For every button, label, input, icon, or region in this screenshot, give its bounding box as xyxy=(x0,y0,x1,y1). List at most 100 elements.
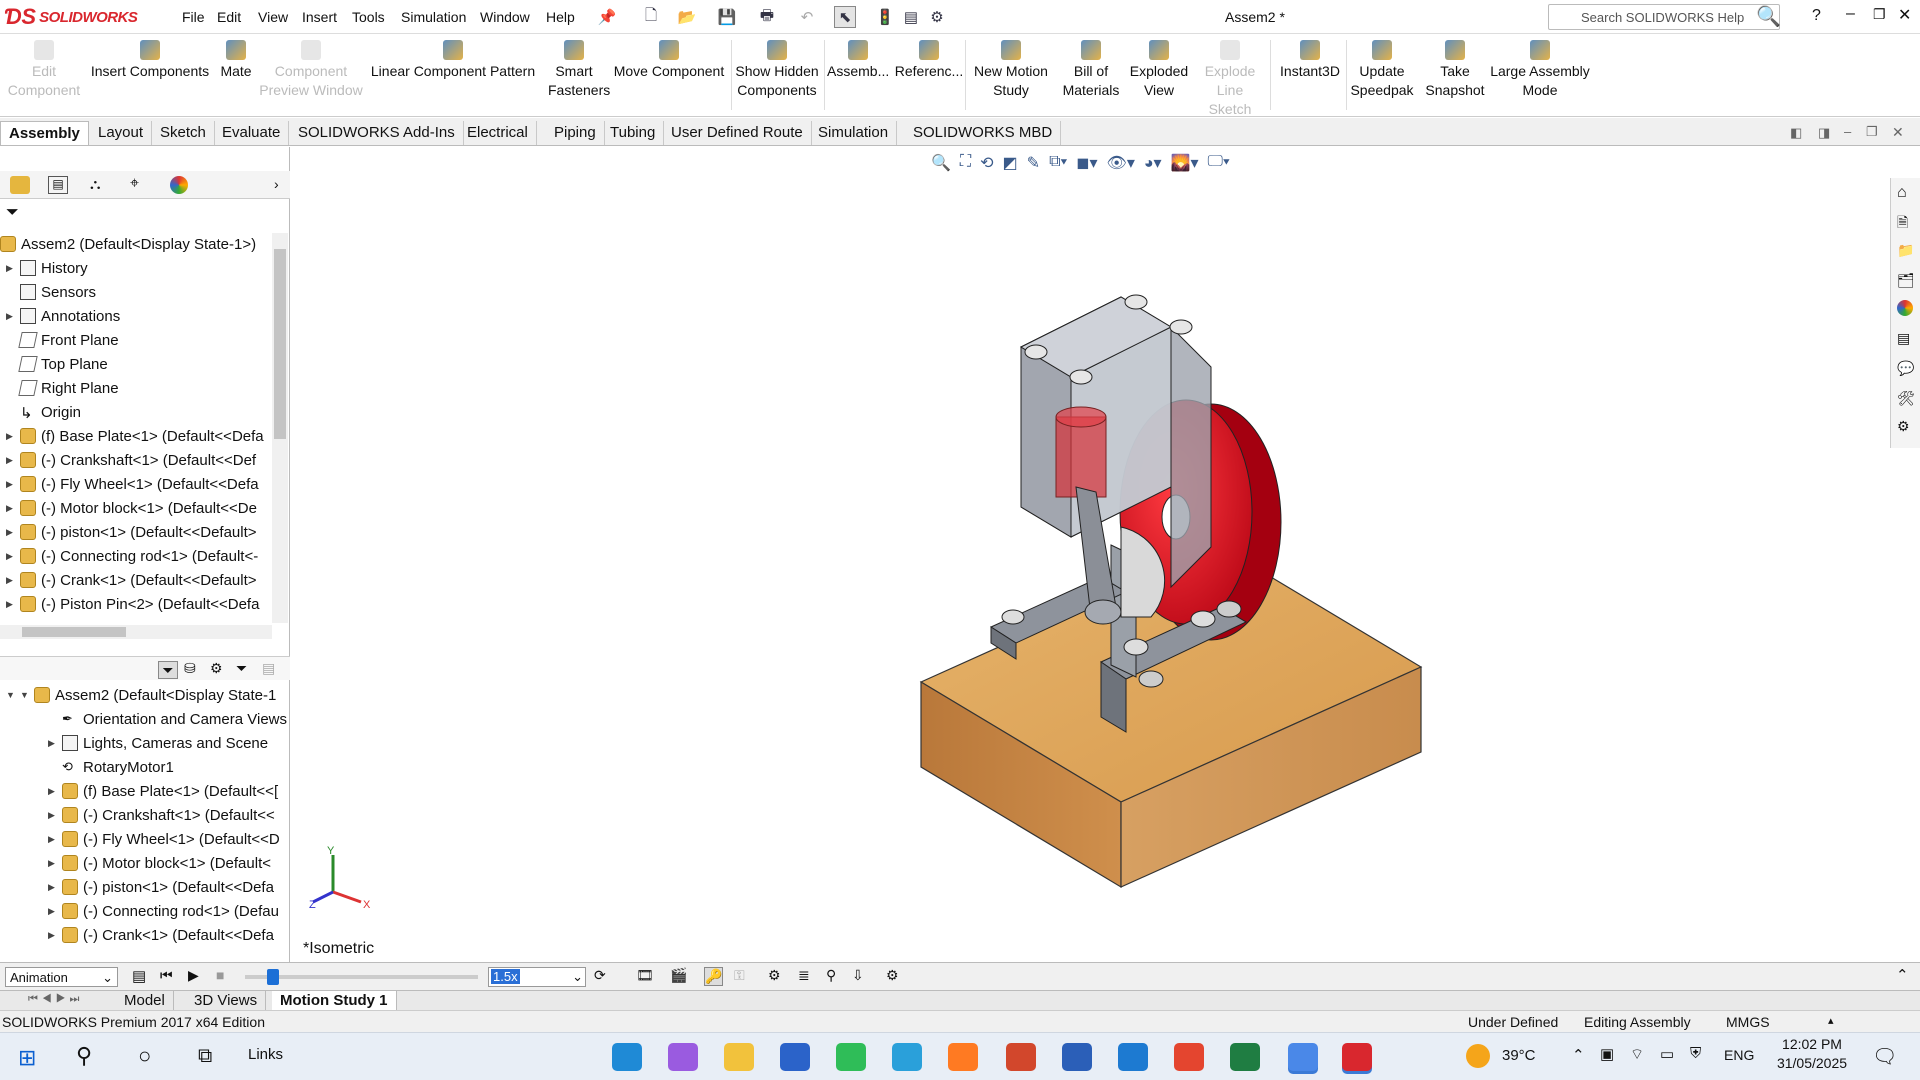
filter-animated-icon[interactable]: ⛁ xyxy=(184,660,196,677)
bottom-tab-3d-views[interactable]: 3D Views xyxy=(186,991,267,1011)
options-gear-icon[interactable]: ⚙ xyxy=(926,6,948,28)
motion-tree-item[interactable]: ▶ (-) Crankshaft<1> (Default<< xyxy=(0,804,290,826)
expand-arrow-icon[interactable]: ▶ xyxy=(6,599,16,610)
graphics-area[interactable]: 🔍 ⛶ ⟲ ◩ ✎ ⧉▾ ◼▾ 👁▾ ◕▾ 🌄▾ 🖵▾ Y X Z *Isome… xyxy=(291,147,1890,962)
command-explode-line[interactable]: Explode Line Sketch xyxy=(1194,40,1266,119)
resources-icon[interactable]: 🗎 xyxy=(1897,212,1917,232)
motion-tree-item[interactable]: ▶ Lights, Cameras and Scene xyxy=(0,732,290,754)
tree-scrollbar[interactable] xyxy=(272,233,288,623)
expand-arrow-icon[interactable]: ▶ xyxy=(48,810,58,821)
language-indicator[interactable]: ENG xyxy=(1724,1047,1754,1063)
store-icon[interactable] xyxy=(780,1043,810,1071)
menu-insert[interactable]: Insert xyxy=(302,9,337,25)
tree-item[interactable]: ▶ (-) Crank<1> (Default<<Default> xyxy=(0,569,272,591)
autokey-icon[interactable]: 🔑 xyxy=(704,967,724,986)
tile-icon[interactable]: ◧ xyxy=(1790,125,1802,141)
menu-file[interactable]: File xyxy=(182,9,205,25)
tab-solidworks-add-ins[interactable]: SOLIDWORKS Add-Ins xyxy=(290,121,464,145)
menu-window[interactable]: Window xyxy=(480,9,530,25)
collapse-motion-icon[interactable]: ⌃ xyxy=(1896,966,1909,984)
tree-item[interactable]: ▶ (-) Fly Wheel<1> (Default<<Defa xyxy=(0,473,272,495)
tree-item[interactable]: Right Plane xyxy=(0,377,272,399)
tree-item[interactable]: ▶ (-) piston<1> (Default<<Default> xyxy=(0,521,272,543)
copilot-icon[interactable] xyxy=(668,1043,698,1071)
command-exploded-view[interactable]: Exploded View xyxy=(1128,40,1190,100)
section-view-icon[interactable]: ◩ xyxy=(1003,153,1018,175)
motion-tree-item[interactable]: ✒ Orientation and Camera Views xyxy=(0,708,290,730)
tree-item[interactable]: ▶ (-) Motor block<1> (Default<<De xyxy=(0,497,272,519)
stop-icon[interactable]: ■ xyxy=(216,967,224,983)
tray-app-icon[interactable]: ▣ xyxy=(1600,1045,1614,1063)
bottom-tab-model[interactable]: Model xyxy=(116,991,174,1011)
solidworks-logo[interactable]: ƊS SOLIDWORKS xyxy=(4,3,154,31)
units-up-icon[interactable]: ▴ xyxy=(1828,1014,1834,1027)
excel-icon[interactable] xyxy=(1230,1043,1260,1071)
command-large-assembly[interactable]: Large Assembly Mode xyxy=(1490,40,1590,100)
wifi-icon[interactable]: ⌔ xyxy=(1630,1045,1644,1064)
tab-solidworks-mbd[interactable]: SOLIDWORKS MBD xyxy=(905,121,1062,145)
tab-tubing[interactable]: Tubing xyxy=(602,121,665,145)
expand-arrow-icon[interactable]: ▶ xyxy=(48,906,58,917)
expand-arrow-icon[interactable]: ▶ xyxy=(48,930,58,941)
open-icon[interactable]: 📂 xyxy=(676,6,698,28)
telegram-icon[interactable] xyxy=(892,1043,922,1071)
dynamic-annotation-icon[interactable]: ✎ xyxy=(1027,153,1040,175)
select-icon[interactable]: ⬉ xyxy=(834,6,856,28)
whatsapp-icon[interactable] xyxy=(836,1043,866,1071)
command-show-hidden[interactable]: Show Hidden Components xyxy=(732,40,822,100)
firefox-icon[interactable] xyxy=(948,1043,978,1071)
save-icon[interactable]: 💾 xyxy=(716,6,738,28)
expand-arrow-icon[interactable]: ▶ xyxy=(6,575,16,586)
command-pattern[interactable]: Linear Component Pattern xyxy=(368,40,538,81)
apply-scene-icon[interactable]: 🌄▾ xyxy=(1171,153,1199,175)
previous-view-icon[interactable]: ⟲ xyxy=(980,153,993,175)
expand-arrow-icon[interactable]: ▶ xyxy=(6,263,16,274)
chrome-profile-icon[interactable] xyxy=(1288,1043,1318,1071)
tab-user-defined-route[interactable]: User Defined Route xyxy=(663,121,812,145)
display-manager-tab-icon[interactable] xyxy=(170,176,188,194)
expand-arrow-icon[interactable]: ▶ xyxy=(48,834,58,845)
command-paperclip[interactable]: Mate xyxy=(214,40,258,81)
tree-root[interactable]: Assem2 (Default<Display State-1>) xyxy=(0,233,272,255)
tab-simulation[interactable]: Simulation xyxy=(810,121,898,145)
panel-expand-chevron-icon[interactable]: › xyxy=(274,176,279,192)
motion-tree-item[interactable]: ▶ (-) piston<1> (Default<<Defa xyxy=(0,876,290,898)
command-insert-components[interactable]: Insert Components xyxy=(88,40,212,81)
tree-item[interactable]: Top Plane xyxy=(0,353,272,375)
filter-selected-icon[interactable]: ⏷ xyxy=(236,660,247,677)
print-icon[interactable]: 🖶 xyxy=(756,6,778,28)
motion-properties-icon[interactable]: ⚙ xyxy=(886,967,899,984)
forum-icon[interactable]: 💬 xyxy=(1897,360,1917,380)
command-reference-geometry[interactable]: Referenc... xyxy=(894,40,964,81)
clock-date[interactable]: 31/05/2025 xyxy=(1766,1055,1858,1071)
piston[interactable] xyxy=(1055,406,1107,498)
solidworks-taskbar-icon[interactable] xyxy=(1342,1043,1372,1071)
expand-arrow-icon[interactable]: ▶ xyxy=(6,479,16,490)
menu-edit[interactable]: Edit xyxy=(217,9,241,25)
tab-piping[interactable]: Piping xyxy=(546,121,605,145)
links-toolbar[interactable]: Links xyxy=(248,1046,283,1063)
search-input[interactable]: Search SOLIDWORKS Help xyxy=(1548,4,1780,30)
chrome-icon[interactable] xyxy=(1174,1043,1204,1071)
undo-icon[interactable]: ↶ xyxy=(796,6,818,28)
edit-appearance-icon[interactable]: ◕▾ xyxy=(1144,153,1162,175)
outlook-icon[interactable] xyxy=(1118,1043,1148,1071)
toolbox-icon[interactable]: 🛠 xyxy=(1897,390,1917,410)
solidworks-connect-icon[interactable]: ⚙ xyxy=(1897,418,1917,438)
timeline-slider-knob[interactable] xyxy=(266,969,279,985)
search-icon[interactable]: 🔍 xyxy=(1756,4,1781,29)
playback-mode-icon[interactable]: ⟳ xyxy=(594,967,606,984)
command-instant3d[interactable]: Instant3D xyxy=(1272,40,1348,81)
tree-item[interactable]: ▶ (-) Piston Pin<2> (Default<<Defa xyxy=(0,593,272,615)
command-move-component[interactable]: Move Component xyxy=(606,40,732,81)
filter-results-icon[interactable]: ▤ xyxy=(262,660,275,677)
file-properties-icon[interactable]: ▤ xyxy=(900,6,922,28)
study-type-select[interactable]: Animation ⌄ xyxy=(5,967,118,987)
cortana-icon[interactable]: ○ xyxy=(138,1043,151,1069)
add-key-icon[interactable]: ⚿ xyxy=(734,967,745,984)
filter-driving-icon[interactable]: ⚙ xyxy=(210,660,223,677)
tab-electrical[interactable]: Electrical xyxy=(459,121,537,145)
motion-tree-item[interactable]: ▶ (-) Fly Wheel<1> (Default<<D xyxy=(0,828,290,850)
clock-time[interactable]: 12:02 PM xyxy=(1772,1036,1852,1052)
animation-wizard-icon[interactable]: 🎬 xyxy=(670,967,687,984)
